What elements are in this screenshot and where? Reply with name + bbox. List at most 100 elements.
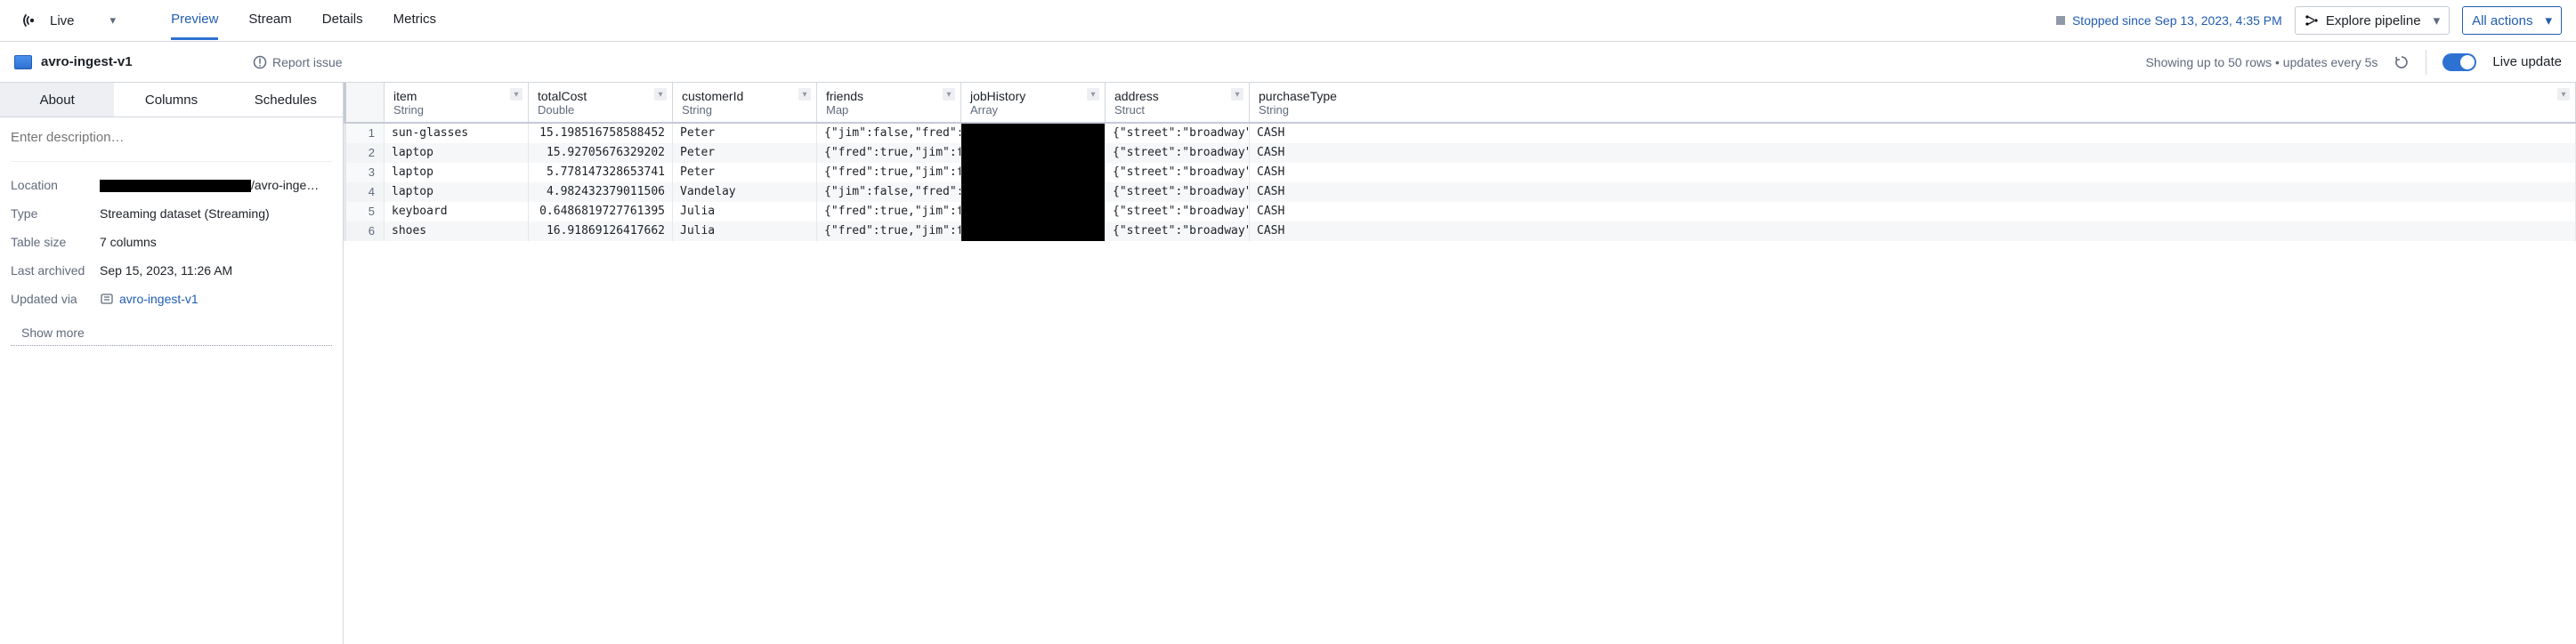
table-row[interactable]: 2laptop15.92705676329202Peter{"fred":tru… [344, 143, 2576, 163]
column-menu-icon[interactable]: ▾ [1231, 88, 1243, 101]
table-row[interactable]: 4laptop4.982432379011506Vandelay{"jim":f… [344, 182, 2576, 202]
cell-customerid[interactable]: Julia [673, 202, 817, 221]
column-menu-icon[interactable]: ▾ [798, 88, 811, 101]
meta-value: 7 columns [100, 235, 332, 249]
cell-purchasetype[interactable]: CASH [1250, 143, 2576, 163]
meta-value: Sep 15, 2023, 11:26 AM [100, 263, 332, 278]
column-header-customerid[interactable]: customerIdString▾ [673, 83, 817, 122]
cell-totalcost[interactable]: 4.982432379011506 [529, 182, 673, 202]
row-number: 1 [344, 124, 385, 143]
grid-header: itemString▾ totalCostDouble▾ customerIdS… [344, 83, 2576, 124]
cell-totalcost[interactable]: 0.6486819727761395 [529, 202, 673, 221]
cell-friends[interactable]: {"fred":true,"jim":f [817, 221, 961, 241]
status-text: Stopped since Sep 13, 2023, 4:35 PM [2072, 13, 2282, 28]
meta-key: Location [11, 178, 100, 192]
cell-purchasetype[interactable]: CASH [1250, 202, 2576, 221]
cell-address[interactable]: {"street":"broadway" [1106, 124, 1250, 143]
cell-item[interactable]: shoes [385, 221, 529, 241]
cell-item[interactable]: laptop [385, 143, 529, 163]
cell-friends[interactable]: {"fred":true,"jim":f [817, 143, 961, 163]
cell-purchasetype[interactable]: CASH [1250, 221, 2576, 241]
meta-type: Type Streaming dataset (Streaming) [11, 199, 332, 228]
table-row[interactable]: 6shoes16.91869126417662Julia{"fred":true… [344, 221, 2576, 241]
column-header-address[interactable]: addressStruct▾ [1106, 83, 1250, 122]
sidebar: About Columns Schedules Location x/avro-… [0, 83, 344, 644]
top-bar-right: Stopped since Sep 13, 2023, 4:35 PM Expl… [2056, 6, 2562, 35]
cell-item[interactable]: laptop [385, 163, 529, 182]
report-issue-link[interactable]: Report issue [253, 55, 343, 69]
column-menu-icon[interactable]: ▾ [943, 88, 955, 101]
column-menu-icon[interactable]: ▾ [654, 88, 667, 101]
report-label: Report issue [272, 55, 343, 69]
column-menu-icon[interactable]: ▾ [510, 88, 522, 101]
live-update-toggle[interactable] [2442, 53, 2476, 71]
cell-friends[interactable]: {"jim":false,"fred": [817, 182, 961, 202]
explore-pipeline-button[interactable]: Explore pipeline ▾ [2295, 6, 2450, 35]
row-number: 4 [344, 182, 385, 202]
data-grid: itemString▾ totalCostDouble▾ customerIdS… [344, 83, 2576, 644]
updated-via-link[interactable]: avro-ingest-v1 [119, 292, 198, 306]
column-header-purchasetype[interactable]: purchaseTypeString▾ [1250, 83, 2576, 122]
broadcast-icon [23, 13, 41, 28]
table-row[interactable]: 5keyboard0.6486819727761395Julia{"fred":… [344, 202, 2576, 221]
cell-purchasetype[interactable]: CASH [1250, 163, 2576, 182]
cell-totalcost[interactable]: 15.198516758588452 [529, 124, 673, 143]
grid-body[interactable]: 1sun-glasses15.198516758588452Peter{"jim… [344, 124, 2576, 644]
dataset-icon [14, 55, 32, 69]
cell-customerid[interactable]: Peter [673, 163, 817, 182]
cell-friends[interactable]: {"fred":true,"jim":f [817, 202, 961, 221]
view-tabs: Preview Stream Details Metrics [171, 1, 436, 40]
column-header-totalcost[interactable]: totalCostDouble▾ [529, 83, 673, 122]
meta-last-archived: Last archived Sep 15, 2023, 11:26 AM [11, 256, 332, 285]
column-header-item[interactable]: itemString▾ [385, 83, 529, 122]
meta-key: Updated via [11, 292, 100, 306]
tab-preview[interactable]: Preview [171, 1, 218, 40]
description-input[interactable] [0, 117, 343, 157]
live-mode-dropdown[interactable]: Live ▾ [14, 10, 125, 32]
cell-address[interactable]: {"street":"broadway" [1106, 163, 1250, 182]
main-area: About Columns Schedules Location x/avro-… [0, 83, 2576, 644]
live-update-label: Live update [2492, 54, 2562, 69]
refresh-icon[interactable] [2394, 54, 2410, 70]
cell-friends[interactable]: {"jim":false,"fred": [817, 124, 961, 143]
column-header-jobhistory[interactable]: jobHistoryArray▾ [961, 83, 1106, 122]
meta-table-size: Table size 7 columns [11, 228, 332, 256]
cell-item[interactable]: sun-glasses [385, 124, 529, 143]
pipeline-status[interactable]: Stopped since Sep 13, 2023, 4:35 PM [2056, 13, 2282, 28]
pipeline-icon [2305, 13, 2319, 28]
cell-item[interactable]: laptop [385, 182, 529, 202]
cell-customerid[interactable]: Peter [673, 124, 817, 143]
column-menu-icon[interactable]: ▾ [2557, 88, 2570, 101]
cell-address[interactable]: {"street":"broadway" [1106, 182, 1250, 202]
cell-friends[interactable]: {"fred":true,"jim":f [817, 163, 961, 182]
cell-customerid[interactable]: Peter [673, 143, 817, 163]
meta-key: Type [11, 206, 100, 221]
header-bar: avro-ingest-v1 Report issue Showing up t… [0, 42, 2576, 83]
cell-totalcost[interactable]: 5.778147328653741 [529, 163, 673, 182]
column-header-friends[interactable]: friendsMap▾ [817, 83, 961, 122]
all-actions-button[interactable]: All actions ▾ [2462, 6, 2562, 35]
tab-details[interactable]: Details [322, 1, 363, 40]
sidebar-tab-about[interactable]: About [0, 83, 114, 117]
cell-totalcost[interactable]: 16.91869126417662 [529, 221, 673, 241]
sidebar-tab-columns[interactable]: Columns [114, 83, 228, 117]
column-menu-icon[interactable]: ▾ [1087, 88, 1099, 101]
tab-stream[interactable]: Stream [248, 1, 291, 40]
cell-item[interactable]: keyboard [385, 202, 529, 221]
chevron-down-icon: ▾ [2434, 12, 2441, 28]
cell-totalcost[interactable]: 15.92705676329202 [529, 143, 673, 163]
cell-address[interactable]: {"street":"broadway" [1106, 221, 1250, 241]
cell-address[interactable]: {"street":"broadway" [1106, 143, 1250, 163]
show-more-link[interactable]: Show more [11, 320, 332, 346]
cell-purchasetype[interactable]: CASH [1250, 182, 2576, 202]
table-row[interactable]: 1sun-glasses15.198516758588452Peter{"jim… [344, 124, 2576, 143]
metadata-list: Location x/avro-inge… Type Streaming dat… [0, 165, 343, 318]
sidebar-tab-schedules[interactable]: Schedules [229, 83, 343, 117]
cell-customerid[interactable]: Vandelay [673, 182, 817, 202]
row-number: 2 [344, 143, 385, 163]
cell-purchasetype[interactable]: CASH [1250, 124, 2576, 143]
cell-customerid[interactable]: Julia [673, 221, 817, 241]
tab-metrics[interactable]: Metrics [393, 1, 436, 40]
cell-address[interactable]: {"street":"broadway" [1106, 202, 1250, 221]
table-row[interactable]: 3laptop5.778147328653741Peter{"fred":tru… [344, 163, 2576, 182]
